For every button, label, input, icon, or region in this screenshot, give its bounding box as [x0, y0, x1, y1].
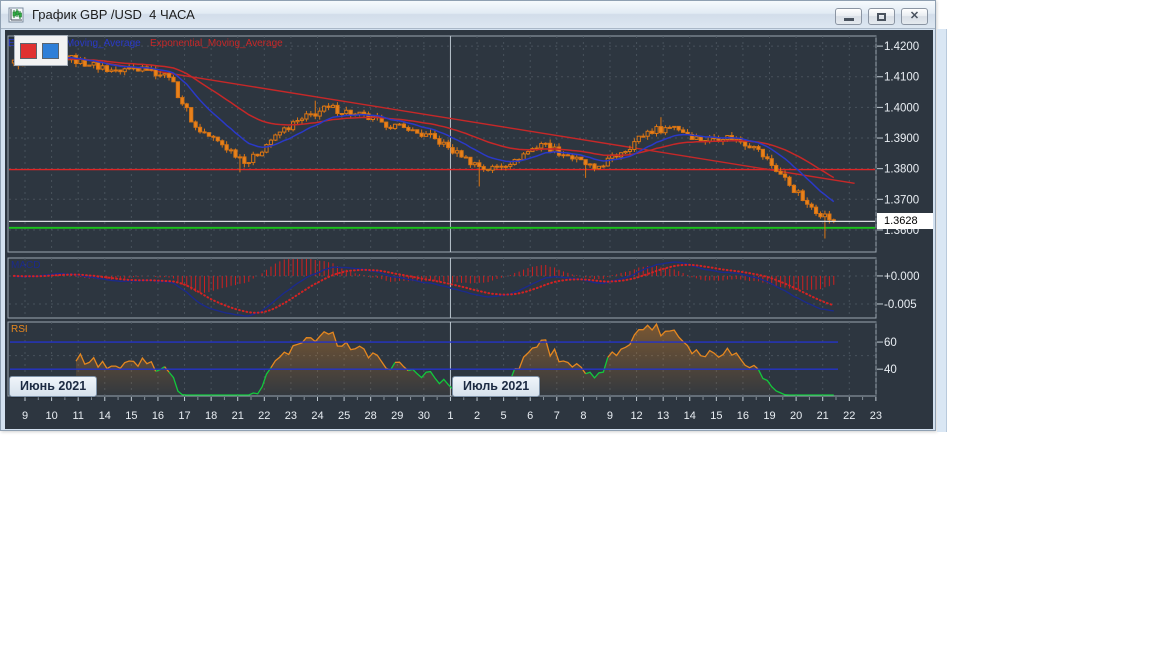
ema-slow-legend-label: Exponential_Moving_Average — [150, 38, 283, 49]
month-badge-july: Июль 2021 — [452, 376, 540, 397]
macd-panel-label: MACD — [11, 260, 40, 271]
x-axis-label: 15 — [125, 410, 137, 422]
x-axis-label: 15 — [710, 410, 722, 422]
indicator-swatch-box — [14, 35, 68, 66]
price-axis-label: 1.4000 — [884, 102, 919, 114]
x-axis-label: 22 — [258, 410, 270, 422]
x-axis-label: 24 — [311, 410, 323, 422]
window-right-edge — [937, 29, 947, 432]
x-axis-label: 12 — [630, 410, 642, 422]
x-axis-label: 20 — [790, 410, 802, 422]
minimize-icon — [844, 18, 854, 21]
x-axis-label: 21 — [232, 410, 244, 422]
minimize-button[interactable] — [835, 8, 862, 25]
title-bar[interactable]: График GBP /USD 4 ЧАСА ✕ — [1, 1, 935, 29]
x-axis-label: 17 — [178, 410, 190, 422]
price-axis-label: 1.3900 — [884, 133, 919, 145]
x-axis-label: 28 — [365, 410, 377, 422]
x-axis-label: 6 — [527, 410, 533, 422]
x-axis-label: 23 — [870, 410, 882, 422]
price-axis-label: 1.4100 — [884, 72, 919, 84]
x-axis-label: 7 — [554, 410, 560, 422]
ema-slow-swatch[interactable] — [20, 43, 37, 59]
chart-icon — [8, 7, 24, 23]
macd-axis-label: +0.000 — [884, 271, 920, 283]
x-axis-label: 8 — [580, 410, 586, 422]
price-axis-label: 1.3800 — [884, 164, 919, 176]
rsi-axis-label: 40 — [884, 364, 897, 376]
x-axis-label: 19 — [763, 410, 775, 422]
x-axis-label: 23 — [285, 410, 297, 422]
x-axis-label: 2 — [474, 410, 480, 422]
ema-fast-swatch[interactable] — [42, 43, 59, 59]
price-axis-label: 1.4200 — [884, 41, 919, 53]
x-axis-label: 14 — [99, 410, 111, 422]
x-axis-label: 10 — [45, 410, 57, 422]
x-axis-label: 13 — [657, 410, 669, 422]
x-axis-label: 29 — [391, 410, 403, 422]
current-price-tag: 1.3628 — [877, 213, 933, 229]
x-axis-label: 1 — [447, 410, 453, 422]
x-axis-label: 11 — [72, 410, 83, 422]
window-title: График GBP /USD 4 ЧАСА — [32, 7, 195, 22]
x-axis-label: 5 — [501, 410, 507, 422]
x-axis-label: 25 — [338, 410, 350, 422]
x-axis-label: 22 — [843, 410, 855, 422]
x-axis-label: 9 — [607, 410, 613, 422]
close-icon: ✕ — [910, 11, 919, 22]
rsi-axis-label: 60 — [884, 337, 897, 349]
restore-icon — [877, 13, 886, 21]
month-badge-june: Июнь 2021 — [9, 376, 97, 397]
x-axis-label: 18 — [205, 410, 217, 422]
x-axis-label: 9 — [22, 410, 28, 422]
x-axis-label: 30 — [418, 410, 430, 422]
price-axis-label: 1.3700 — [884, 194, 919, 206]
chart-window: График GBP /USD 4 ЧАСА ✕ 910111415161718… — [0, 0, 936, 431]
x-axis-label: 14 — [684, 410, 696, 422]
chart-area[interactable]: 9101114151617182122232425282930125678912… — [5, 30, 933, 429]
close-button[interactable]: ✕ — [901, 8, 928, 25]
restore-button[interactable] — [868, 8, 895, 25]
x-axis-label: 21 — [817, 410, 829, 422]
window-controls: ✕ — [835, 8, 928, 25]
macd-axis-label: -0.005 — [884, 299, 917, 311]
rsi-panel-label: RSI — [11, 324, 28, 335]
x-axis-label: 16 — [737, 410, 749, 422]
chart-canvas[interactable]: 9101114151617182122232425282930125678912… — [5, 30, 933, 429]
x-axis-label: 16 — [152, 410, 164, 422]
